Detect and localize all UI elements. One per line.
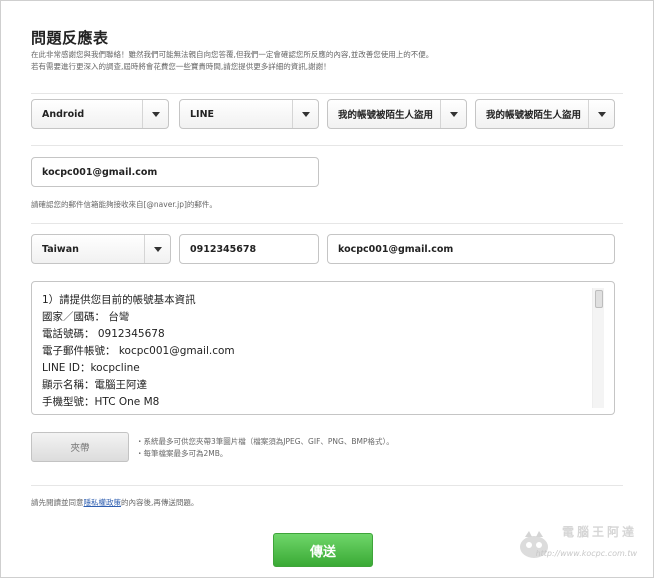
divider [31,93,623,94]
message-line: 國家／國碼： 台彎 [42,311,130,323]
os-select[interactable]: Android [31,99,169,129]
page-title: 問題反應表 [31,29,109,47]
privacy-policy-link[interactable]: 隱私權政策 [84,498,122,507]
agreement-suffix: 的內容後,再傳送問題。 [121,498,199,507]
chevron-down-icon [588,100,614,128]
subcategory-select[interactable]: 我的帳號被陌生人盜用 [475,99,615,129]
category-select-value: 我的帳號被陌生人盜用 [338,110,434,121]
chevron-down-icon [292,100,318,128]
contact-email-field[interactable]: kocpc001@gmail.com [327,234,615,264]
chevron-down-icon [144,235,170,263]
attachment-note-2: ・每筆檔案最多可為2MB。 [136,449,228,458]
form-container: 問題反應表 在此非常感謝您與我們聯絡！雖然我們可能無法親自向您答覆,但我們一定會… [11,5,643,573]
divider [31,485,623,486]
divider [31,145,623,146]
attachment-notes: ・系統最多可供您夾帶3筆圖片檔（檔案須為JPEG、GIF、PNG、BMP格式）。… [136,436,394,460]
agreement-prefix: 請先閱讀並同意 [31,498,84,507]
email-confirm-value: kocpc001@gmail.com [42,166,158,178]
email-help-text: 請確認您的郵件信箱能夠接收來自[@naver.jp]的郵件。 [31,200,217,209]
app-select[interactable]: LINE [179,99,319,129]
message-line: 1）請提供您目前的帳號基本資訊 [42,294,196,306]
feedback-form-window: 問題反應表 在此非常感謝您與我們聯絡！雖然我們可能無法親自向您答覆,但我們一定會… [0,0,654,578]
chevron-down-icon [142,100,168,128]
intro-line-1: 在此非常感謝您與我們聯絡！雖然我們可能無法親自向您答覆,但我們一定會確認您所反應… [31,50,434,59]
message-line: 手機型號：HTC One M8 [42,396,160,408]
os-select-value: Android [42,108,85,120]
message-textarea[interactable]: 1）請提供您目前的帳號基本資訊 國家／國碼： 台彎 電話號碼： 09123456… [31,281,615,415]
watermark: 電腦王阿達 http://www.kocpc.com.tw [517,523,637,567]
chevron-down-icon [440,100,466,128]
phone-field[interactable]: 0912345678 [179,234,319,264]
contact-email-value: kocpc001@gmail.com [338,243,454,255]
email-confirm-field[interactable]: kocpc001@gmail.com [31,157,319,187]
subcategory-select-value: 我的帳號被陌生人盜用 [486,110,582,121]
send-button[interactable]: 傳送 [273,533,373,567]
message-content: 1）請提供您目前的帳號基本資訊 國家／國碼： 台彎 電話號碼： 09123456… [42,292,235,411]
textarea-scrollbar[interactable] [592,288,604,408]
privacy-agreement-text: 請先閱讀並同意隱私權政策的內容後,再傳送問題。 [31,497,198,508]
message-line: 電子郵件帳號： kocpc001@gmail.com [42,345,235,357]
message-line: LINE ID：kocpcline [42,362,140,374]
divider [31,223,623,224]
attachment-note-1: ・系統最多可供您夾帶3筆圖片檔（檔案須為JPEG、GIF、PNG、BMP格式）。 [136,437,394,446]
country-select[interactable]: Taiwan [31,234,171,264]
country-select-value: Taiwan [42,243,79,255]
attach-button[interactable]: 夾帶 [31,432,129,462]
scrollbar-thumb[interactable] [595,290,603,308]
watermark-url: http://www.kocpc.com.tw [535,549,637,558]
intro-text: 在此非常感謝您與我們聯絡！雖然我們可能無法親自向您答覆,但我們一定會確認您所反應… [31,49,621,73]
app-select-value: LINE [190,108,215,120]
intro-line-2: 若有需要進行更深入的調查,屆時將會花費您一些寶貴時間,請您提供更多詳細的資訊,謝… [31,62,331,71]
watermark-text: 電腦王阿達 [561,525,637,539]
message-line: 顯示名稱：電腦王阿達 [42,379,147,391]
phone-value: 0912345678 [190,243,257,255]
category-select[interactable]: 我的帳號被陌生人盜用 [327,99,467,129]
message-line: 電話號碼： 0912345678 [42,328,165,340]
